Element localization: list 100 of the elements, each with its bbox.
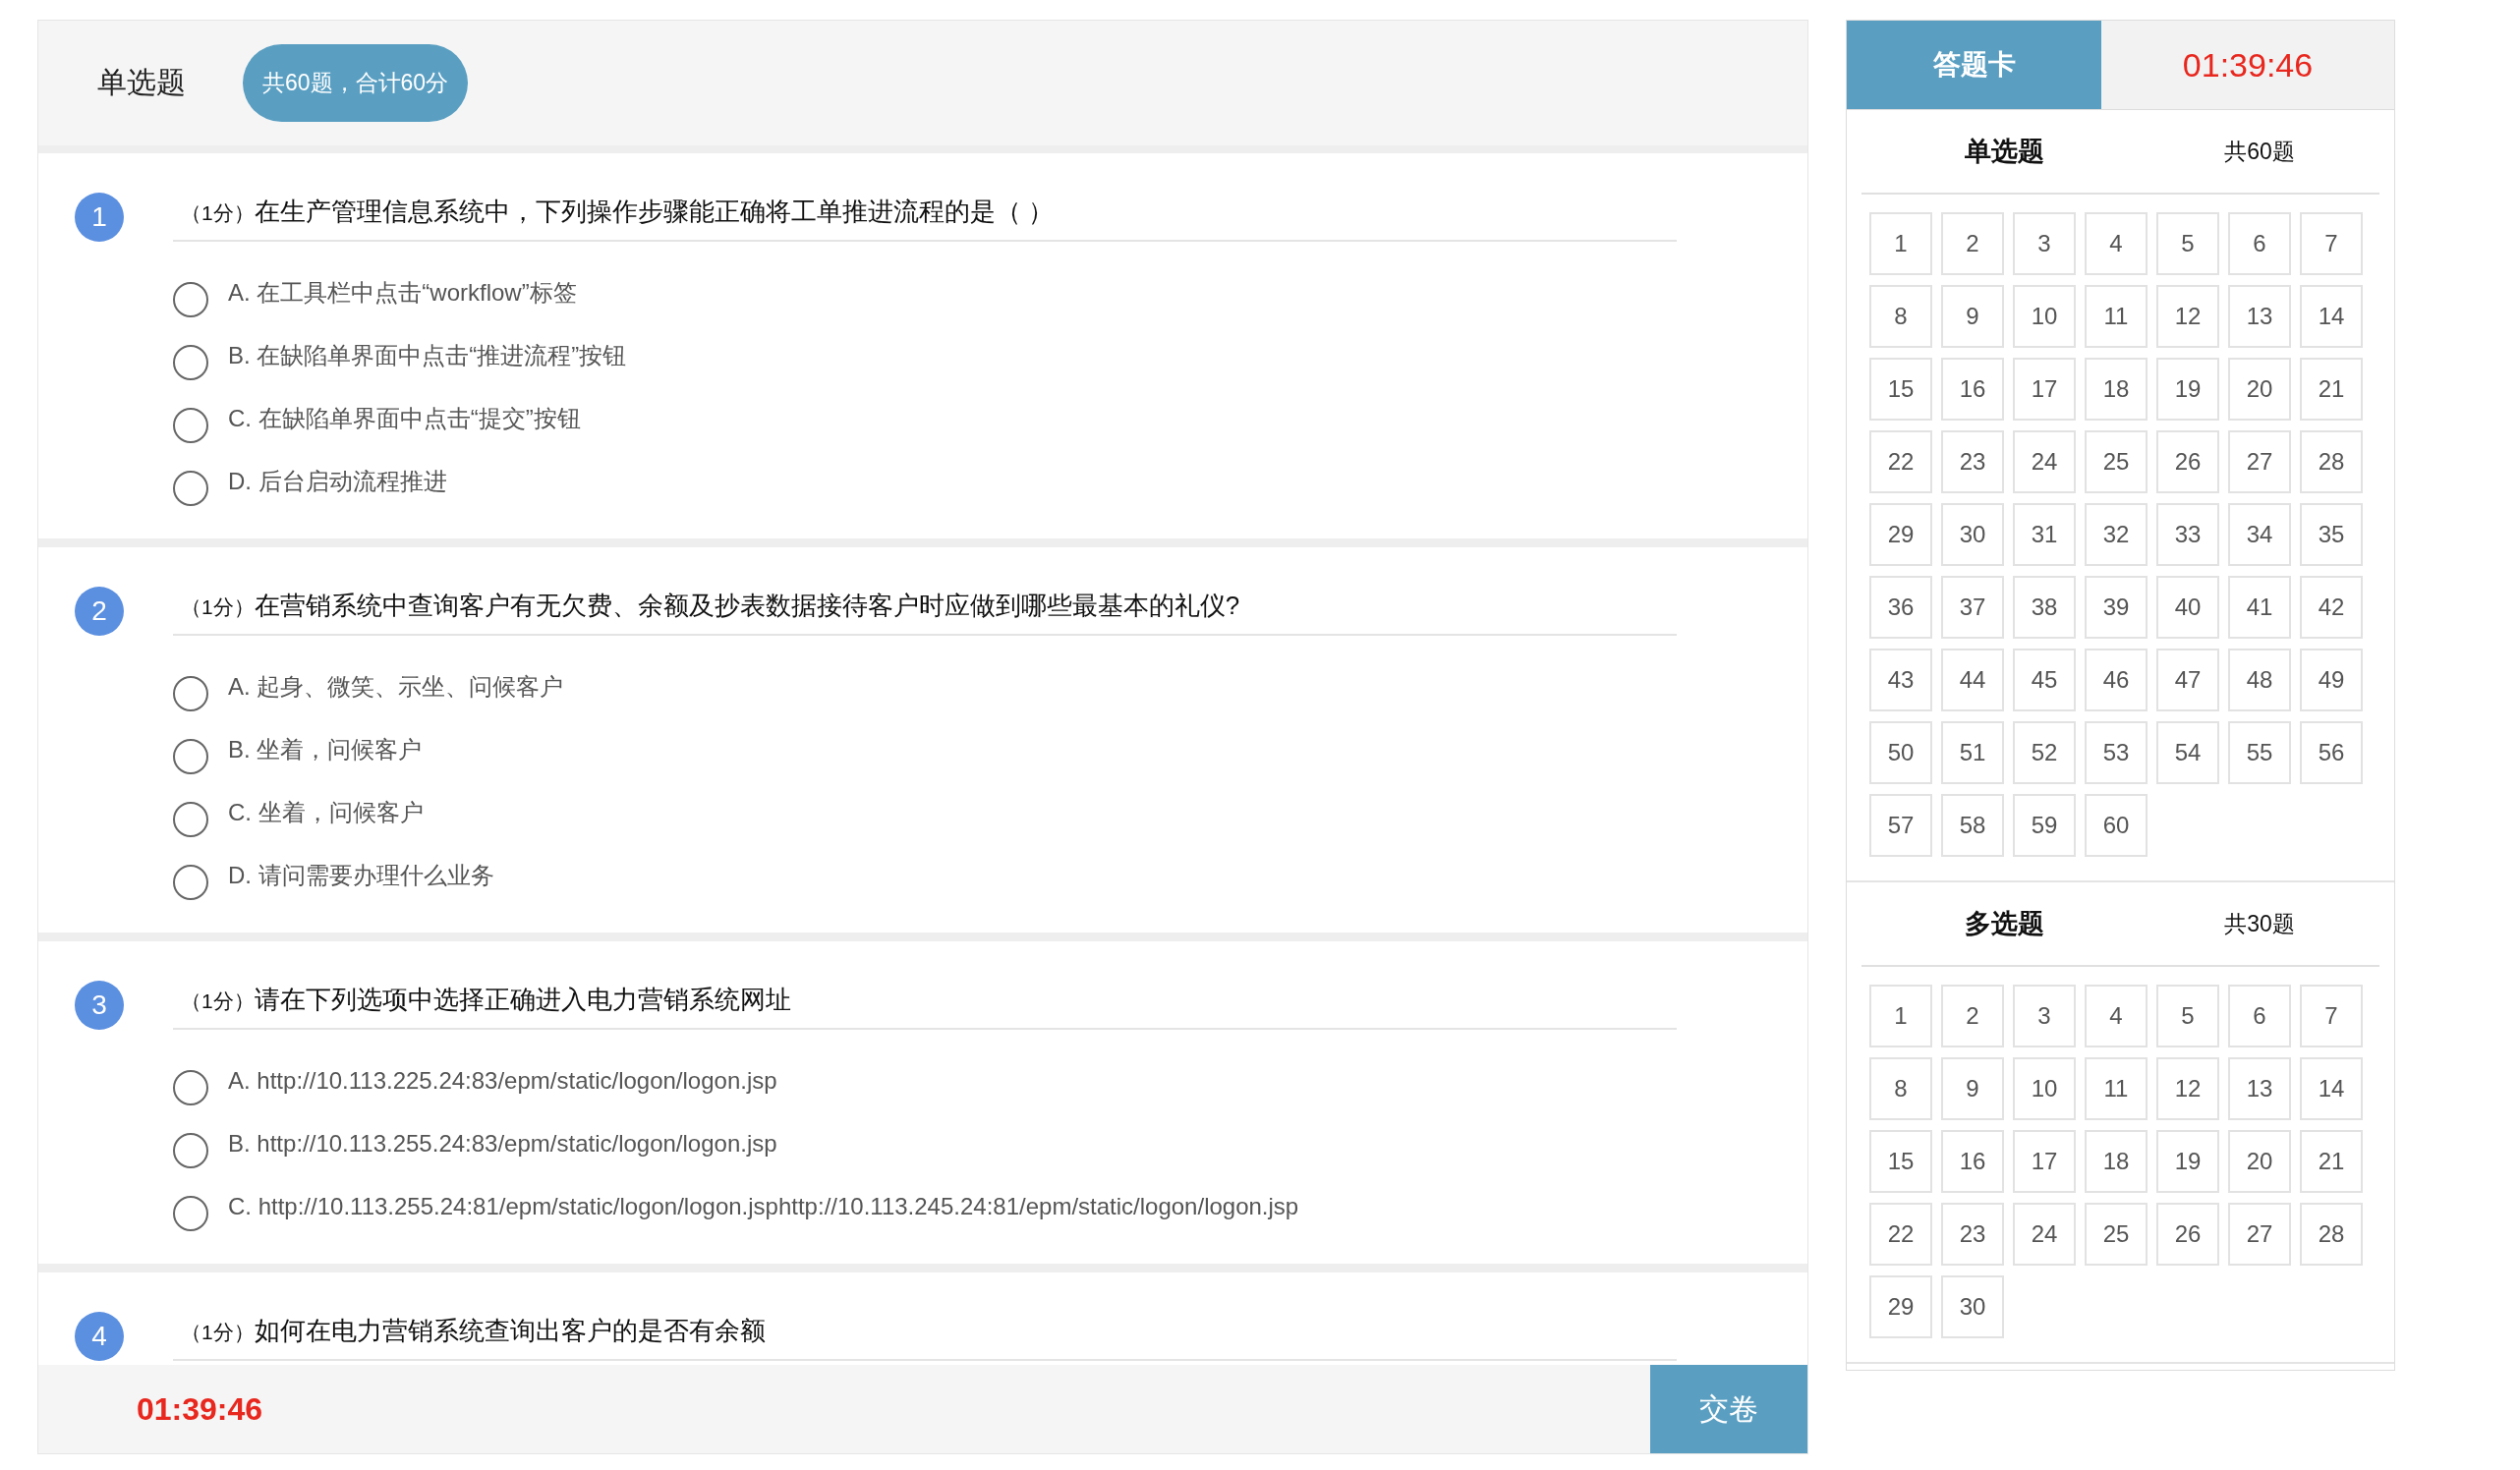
question-number-button[interactable]: 24 xyxy=(2013,1203,2076,1266)
radio-button[interactable] xyxy=(173,676,208,711)
question-number-button[interactable]: 16 xyxy=(1941,358,2004,421)
question-number-button[interactable]: 9 xyxy=(1941,285,2004,348)
question-number-button[interactable]: 17 xyxy=(2013,1130,2076,1193)
question-number-button[interactable]: 40 xyxy=(2156,576,2219,639)
question-number-button[interactable]: 51 xyxy=(1941,721,2004,784)
question-number-button[interactable]: 25 xyxy=(2085,430,2148,493)
question-number-button[interactable]: 36 xyxy=(1869,576,1932,639)
question-number-button[interactable]: 2 xyxy=(1941,985,2004,1047)
question-number-button[interactable]: 35 xyxy=(2300,503,2363,566)
question-number-button[interactable]: 3 xyxy=(2013,985,2076,1047)
option-label[interactable]: A. 在工具栏中点击“workflow”标签 xyxy=(228,277,577,309)
question-number-button[interactable]: 52 xyxy=(2013,721,2076,784)
question-number-button[interactable]: 4 xyxy=(2085,212,2148,275)
question-number-button[interactable]: 28 xyxy=(2300,430,2363,493)
question-number-button[interactable]: 48 xyxy=(2228,649,2291,711)
question-number-button[interactable]: 17 xyxy=(2013,358,2076,421)
option-label[interactable]: D. 后台启动流程推进 xyxy=(228,466,447,497)
question-number-button[interactable]: 22 xyxy=(1869,430,1932,493)
question-number-button[interactable]: 6 xyxy=(2228,212,2291,275)
question-number-button[interactable]: 1 xyxy=(1869,985,1932,1047)
question-number-button[interactable]: 20 xyxy=(2228,1130,2291,1193)
question-number-button[interactable]: 13 xyxy=(2228,1057,2291,1120)
radio-button[interactable] xyxy=(173,1196,208,1231)
question-number-button[interactable]: 56 xyxy=(2300,721,2363,784)
radio-button[interactable] xyxy=(173,802,208,837)
question-number-button[interactable]: 42 xyxy=(2300,576,2363,639)
question-number-button[interactable]: 58 xyxy=(1941,794,2004,857)
question-number-button[interactable]: 11 xyxy=(2085,1057,2148,1120)
question-number-button[interactable]: 16 xyxy=(1941,1130,2004,1193)
option-label[interactable]: B. 在缺陷单界面中点击“推进流程”按钮 xyxy=(228,340,627,371)
question-number-button[interactable]: 3 xyxy=(2013,212,2076,275)
question-number-button[interactable]: 26 xyxy=(2156,430,2219,493)
question-number-button[interactable]: 6 xyxy=(2228,985,2291,1047)
question-number-button[interactable]: 21 xyxy=(2300,1130,2363,1193)
question-number-button[interactable]: 46 xyxy=(2085,649,2148,711)
question-number-button[interactable]: 18 xyxy=(2085,358,2148,421)
question-number-button[interactable]: 10 xyxy=(2013,285,2076,348)
question-number-button[interactable]: 14 xyxy=(2300,285,2363,348)
question-number-button[interactable]: 21 xyxy=(2300,358,2363,421)
question-number-button[interactable]: 29 xyxy=(1869,503,1932,566)
radio-button[interactable] xyxy=(173,739,208,774)
radio-button[interactable] xyxy=(173,471,208,506)
question-number-button[interactable]: 5 xyxy=(2156,212,2219,275)
question-number-button[interactable]: 8 xyxy=(1869,285,1932,348)
radio-button[interactable] xyxy=(173,865,208,900)
question-number-button[interactable]: 44 xyxy=(1941,649,2004,711)
question-number-button[interactable]: 50 xyxy=(1869,721,1932,784)
option-label[interactable]: A. 起身、微笑、示坐、问候客户 xyxy=(228,671,564,703)
question-number-button[interactable]: 53 xyxy=(2085,721,2148,784)
question-number-button[interactable]: 43 xyxy=(1869,649,1932,711)
question-number-button[interactable]: 41 xyxy=(2228,576,2291,639)
option-label[interactable]: C. 坐着，问候客户 xyxy=(228,797,424,828)
question-number-button[interactable]: 25 xyxy=(2085,1203,2148,1266)
question-number-button[interactable]: 57 xyxy=(1869,794,1932,857)
question-number-button[interactable]: 34 xyxy=(2228,503,2291,566)
option-label[interactable]: B. 坐着，问候客户 xyxy=(228,734,423,765)
question-number-button[interactable]: 24 xyxy=(2013,430,2076,493)
radio-button[interactable] xyxy=(173,1133,208,1168)
question-number-button[interactable]: 55 xyxy=(2228,721,2291,784)
radio-button[interactable] xyxy=(173,1070,208,1105)
option-label[interactable]: B. http://10.113.255.24:83/epm/static/logon/logon.jsp xyxy=(228,1130,777,1158)
question-number-button[interactable]: 32 xyxy=(2085,503,2148,566)
question-number-button[interactable]: 60 xyxy=(2085,794,2148,857)
question-number-button[interactable]: 31 xyxy=(2013,503,2076,566)
option-label[interactable]: D. 请问需要办理什么业务 xyxy=(228,860,494,891)
question-number-button[interactable]: 30 xyxy=(1941,503,2004,566)
question-number-button[interactable]: 29 xyxy=(1869,1275,1932,1338)
question-number-button[interactable]: 37 xyxy=(1941,576,2004,639)
question-number-button[interactable]: 19 xyxy=(2156,358,2219,421)
question-number-button[interactable]: 14 xyxy=(2300,1057,2363,1120)
question-number-button[interactable]: 7 xyxy=(2300,212,2363,275)
question-number-button[interactable]: 18 xyxy=(2085,1130,2148,1193)
question-number-button[interactable]: 15 xyxy=(1869,358,1932,421)
question-number-button[interactable]: 39 xyxy=(2085,576,2148,639)
question-number-button[interactable]: 20 xyxy=(2228,358,2291,421)
radio-button[interactable] xyxy=(173,345,208,380)
question-number-button[interactable]: 10 xyxy=(2013,1057,2076,1120)
question-number-button[interactable]: 7 xyxy=(2300,985,2363,1047)
question-number-button[interactable]: 49 xyxy=(2300,649,2363,711)
question-number-button[interactable]: 47 xyxy=(2156,649,2219,711)
radio-button[interactable] xyxy=(173,408,208,443)
question-number-button[interactable]: 33 xyxy=(2156,503,2219,566)
question-number-button[interactable]: 5 xyxy=(2156,985,2219,1047)
question-number-button[interactable]: 30 xyxy=(1941,1275,2004,1338)
question-number-button[interactable]: 22 xyxy=(1869,1203,1932,1266)
question-number-button[interactable]: 54 xyxy=(2156,721,2219,784)
question-number-button[interactable]: 13 xyxy=(2228,285,2291,348)
question-number-button[interactable]: 15 xyxy=(1869,1130,1932,1193)
question-number-button[interactable]: 26 xyxy=(2156,1203,2219,1266)
question-number-button[interactable]: 12 xyxy=(2156,285,2219,348)
question-number-button[interactable]: 45 xyxy=(2013,649,2076,711)
question-number-button[interactable]: 27 xyxy=(2228,430,2291,493)
question-number-button[interactable]: 28 xyxy=(2300,1203,2363,1266)
option-label[interactable]: C. http://10.113.255.24:81/epm/static/logon/logon.jsphttp://10.113.245.24:81/epm/static/logon/logon.jsp xyxy=(228,1193,1299,1220)
question-number-button[interactable]: 12 xyxy=(2156,1057,2219,1120)
radio-button[interactable] xyxy=(173,282,208,317)
question-number-button[interactable]: 1 xyxy=(1869,212,1932,275)
question-number-button[interactable]: 23 xyxy=(1941,430,2004,493)
